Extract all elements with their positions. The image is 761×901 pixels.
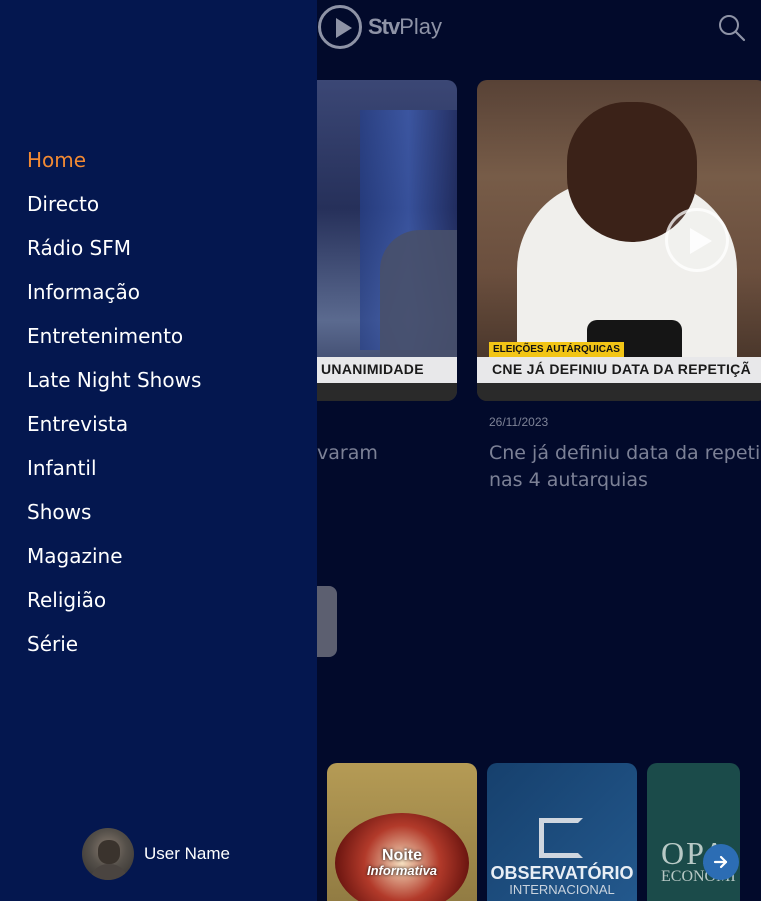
lower-third-text: CNE JÁ DEFINIU DATA DA REPETIÇÃ [492,361,751,377]
menu-item-entrevista[interactable]: Entrevista [27,410,201,454]
video-card-2-title[interactable]: Cne já definiu data da repetiç nas 4 aut… [489,440,761,494]
lower-third-text: UNANIMIDADE [321,361,424,377]
stv-logo-icon [318,5,362,49]
menu-item-directo[interactable]: Directo [27,190,201,234]
user-profile[interactable]: User Name [82,828,230,880]
ticker-strip [477,383,761,401]
title-line-1: Cne já definiu data da repetiç [489,442,761,464]
arrow-right-icon [713,855,728,869]
show-subtitle: INTERNACIONAL [509,882,615,897]
show-title: Noite Informativa [327,847,477,879]
show-title-sub: Informativa [366,863,438,878]
title-line-2: nas 4 autarquias [489,469,648,491]
navigation-drawer: Home Directo Rádio SFM Informação Entretenim… [0,0,317,901]
observatorio-logo-icon [539,818,583,858]
brand-name: StvPlay [368,14,442,40]
brand-strong: Stv [368,14,400,39]
menu-item-late-night-shows[interactable]: Late Night Shows [27,366,201,410]
menu-item-shows[interactable]: Shows [27,498,201,542]
show-thumbnail-observatorio[interactable]: OBSERVATÓRIO INTERNACIONAL [487,763,637,901]
video-card-2-date: 26/11/2023 [489,415,549,429]
lower-third-banner: CNE JÁ DEFINIU DATA DA REPETIÇÃ [477,357,761,383]
menu-item-radio-sfm[interactable]: Rádio SFM [27,234,201,278]
carousel-next-button[interactable] [703,844,739,880]
menu-item-magazine[interactable]: Magazine [27,542,201,586]
play-icon[interactable] [665,208,729,272]
show-title: OBSERVATÓRIO [490,863,634,883]
menu-item-entretenimento[interactable]: Entretenimento [27,322,201,366]
presenter-figure [380,230,457,360]
show-thumbnail-noite-informativa[interactable]: Noite Informativa [327,763,477,901]
menu-item-home[interactable]: Home [27,146,201,190]
user-name: User Name [144,844,230,863]
show-title-main: Noite [382,847,422,864]
user-avatar [82,828,134,880]
category-tag: ELEIÇÕES AUTÁRQUICAS [489,342,624,358]
search-button[interactable] [718,14,746,42]
menu-item-informacao[interactable]: Informação [27,278,201,322]
search-icon [719,15,746,42]
menu-item-infantil[interactable]: Infantil [27,454,201,498]
drawer-menu: Home Directo Rádio SFM Informação Entretenim… [27,146,201,674]
video-card-2-thumbnail[interactable]: ELEIÇÕES AUTÁRQUICAS CNE JÁ DEFINIU DATA… [477,80,761,401]
brand-logo[interactable]: StvPlay [318,5,442,49]
menu-item-serie[interactable]: Série [27,630,201,674]
show-thumbnail-economia[interactable]: OPA ECONOMI [647,763,740,901]
brand-light: Play [399,14,443,39]
menu-item-religiao[interactable]: Religião [27,586,201,630]
